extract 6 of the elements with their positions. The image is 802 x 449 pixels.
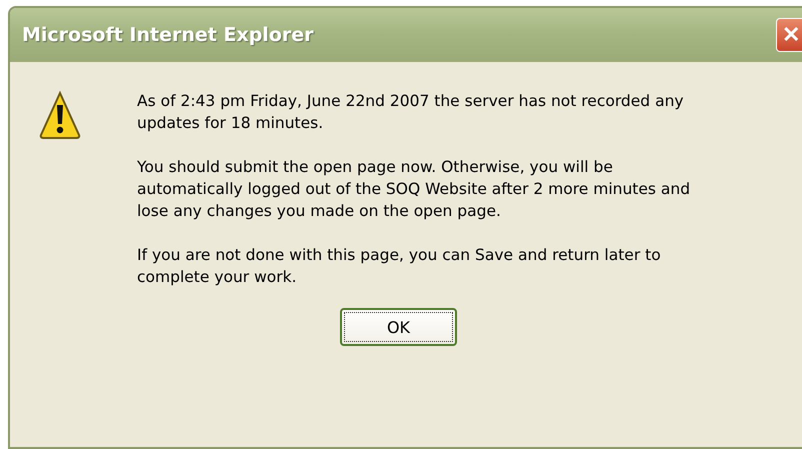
ok-button[interactable]: OK xyxy=(340,308,457,346)
message-text: If you are not done with this page, you can Save and return later to complete your work. xyxy=(137,245,662,288)
message-text: You should submit the open page now. Otherwise, you will be automatically logged out of the SOQ Website after 2 more minutes and lose any changes you made on the open page. xyxy=(137,157,692,222)
window-title: Microsoft Internet Explorer xyxy=(22,24,314,46)
warning-icon xyxy=(38,90,82,140)
message-text: As of 2:43 pm Friday, June 22nd 2007 the server has not recorded any updates for 18 minutes. xyxy=(137,91,685,134)
